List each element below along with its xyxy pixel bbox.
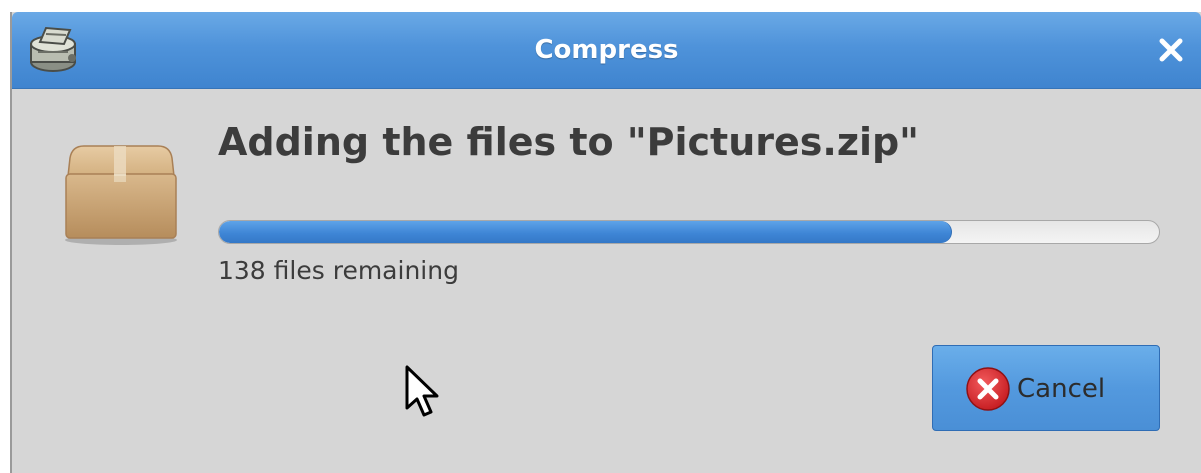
compress-dialog: Compress Adding the files to "Pictures.z… [10, 12, 1201, 473]
cancel-button[interactable]: Cancel [932, 345, 1160, 431]
cancel-icon [966, 367, 1010, 411]
mouse-pointer-icon [405, 365, 439, 417]
progress-bar-fill [219, 221, 953, 243]
title-bar[interactable]: Compress [12, 12, 1201, 89]
package-box-icon [65, 145, 177, 245]
progress-heading: Adding the files to "Pictures.zip" [218, 120, 919, 164]
cancel-button-label: Cancel [1017, 374, 1106, 404]
close-icon[interactable] [1155, 34, 1187, 66]
window-title: Compress [534, 35, 679, 65]
files-remaining-label: 138 files remaining [218, 256, 459, 285]
progress-bar [218, 220, 1160, 244]
